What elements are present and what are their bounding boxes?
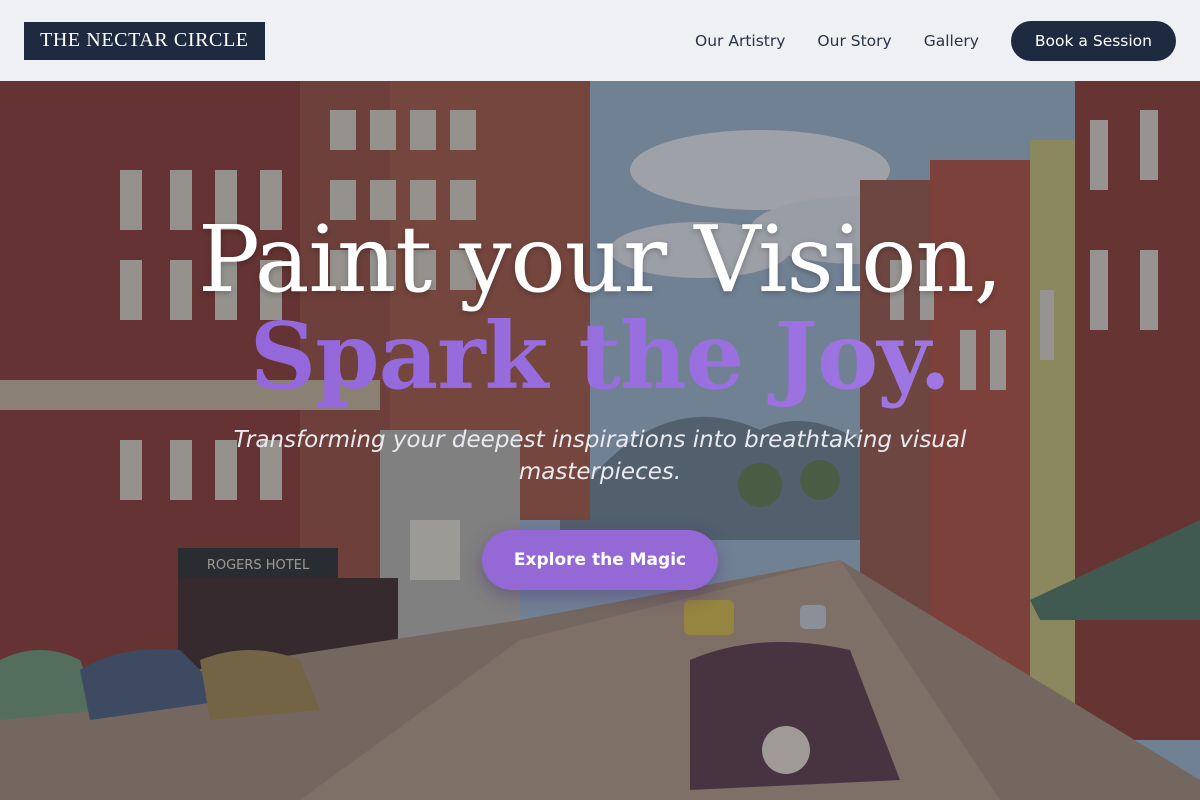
brand-name: THE NECTAR CIRCLE bbox=[40, 29, 249, 51]
explore-magic-button[interactable]: Explore the Magic bbox=[482, 530, 718, 590]
main-nav: Our Artistry Our Story Gallery Book a Se… bbox=[695, 20, 1176, 61]
nav-link-our-artistry[interactable]: Our Artistry bbox=[695, 32, 785, 50]
hero-subtitle-line1: Transforming your deepest inspirations i… bbox=[233, 427, 967, 453]
hero-headline-line1: Paint your Vision, bbox=[197, 206, 1003, 313]
book-session-button[interactable]: Book a Session bbox=[1010, 20, 1176, 61]
nav-link-our-story[interactable]: Our Story bbox=[817, 32, 891, 50]
brand-logo[interactable]: THE NECTAR CIRCLE bbox=[24, 21, 265, 60]
site-header: THE NECTAR CIRCLE Our Artistry Our Story… bbox=[0, 0, 1200, 81]
hero-subtitle-line2: masterpieces. bbox=[518, 459, 682, 485]
hero-subtitle: Transforming your deepest inspirations i… bbox=[0, 424, 1200, 488]
nav-link-gallery[interactable]: Gallery bbox=[924, 32, 979, 50]
hero-headline-line2: Spark the Joy. bbox=[0, 302, 1200, 410]
